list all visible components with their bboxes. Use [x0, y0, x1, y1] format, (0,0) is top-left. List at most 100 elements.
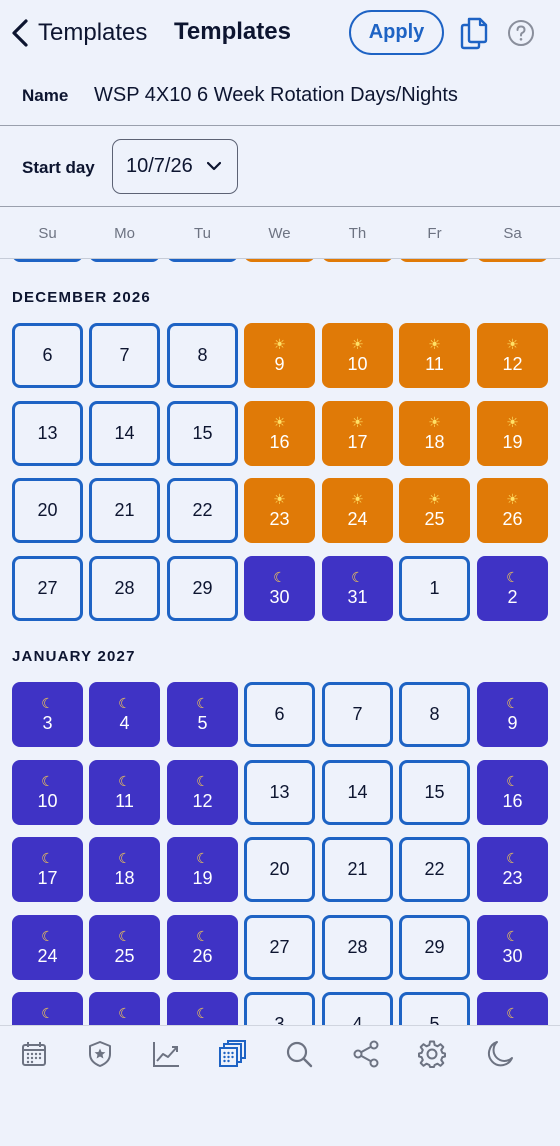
day-shift-cell[interactable]: ☀ 23	[244, 478, 315, 543]
off-day-cell[interactable]: 13	[12, 401, 83, 466]
day-number: 28	[347, 937, 368, 957]
day-shift-cell[interactable]: ☀ 19	[477, 401, 548, 466]
templates-icon	[219, 1040, 246, 1067]
night-shift-cell[interactable]: ☾ 12	[167, 760, 238, 825]
off-day-cell[interactable]: 20	[244, 837, 315, 902]
off-day-cell[interactable]: 27	[12, 556, 83, 621]
off-day-cell[interactable]: 8	[399, 682, 470, 747]
off-day-cell[interactable]: 7	[89, 323, 160, 388]
night-shift-cell[interactable]: ☾31	[322, 556, 393, 621]
night-shift-cell[interactable]: ☾ 30	[244, 556, 315, 621]
off-day-cell[interactable]: 3	[244, 992, 315, 1025]
night-shift-cell[interactable]: ☾ 26	[167, 915, 238, 980]
day-number: 7	[352, 704, 363, 724]
day-number: 9	[274, 353, 285, 374]
off-day-cell[interactable]: 13	[244, 760, 315, 825]
off-day-cell[interactable]: 4	[322, 992, 393, 1025]
night-shift-cell[interactable]: ☾ 11	[89, 760, 160, 825]
tab-badge[interactable]	[84, 1038, 116, 1070]
day-shift-cell[interactable]: ☀ 16	[244, 401, 315, 466]
night-shift-cell[interactable]: ☾ 30	[477, 915, 548, 980]
day-shift-cell[interactable]	[322, 259, 393, 262]
night-shift-cell[interactable]: ☾1	[89, 992, 160, 1025]
day-shift-cell[interactable]: ☀ 26	[477, 478, 548, 543]
night-shift-cell[interactable]: ☾ 16	[477, 760, 548, 825]
tab-search[interactable]	[283, 1038, 315, 1070]
tab-templates[interactable]	[216, 1038, 248, 1070]
name-field[interactable]: WSP 4X10 6 Week Rotation Days/Nights	[94, 84, 458, 107]
off-day-cell[interactable]: 22	[399, 837, 470, 902]
night-shift-cell[interactable]: ☾ 25	[89, 915, 160, 980]
night-shift-cell[interactable]: ☾31	[12, 992, 83, 1025]
help-icon[interactable]	[507, 19, 535, 47]
off-day-cell[interactable]: 6	[12, 323, 83, 388]
off-day-cell[interactable]: 22	[167, 478, 238, 543]
moon-icon: ☾	[196, 927, 209, 944]
off-day-cell[interactable]	[89, 259, 160, 262]
off-day-cell[interactable]: 7	[322, 682, 393, 747]
off-day-cell[interactable]: 6	[244, 682, 315, 747]
off-day-cell[interactable]: 8	[167, 323, 238, 388]
day-shift-cell[interactable]: ☀ 17	[322, 401, 393, 466]
day-number: 14	[114, 423, 135, 443]
start-day-select[interactable]: 10/7/26	[112, 139, 238, 194]
copy-icon[interactable]	[459, 16, 489, 50]
off-day-cell[interactable]: 29	[399, 915, 470, 980]
night-shift-cell[interactable]: ☾ 10	[12, 760, 83, 825]
day-shift-cell[interactable]: ☀ 12	[477, 323, 548, 388]
off-day-cell[interactable]: 14	[89, 401, 160, 466]
night-shift-cell[interactable]: ☾ 3	[12, 682, 83, 747]
apply-button[interactable]: Apply	[349, 10, 444, 55]
off-day-cell[interactable]: 28	[322, 915, 393, 980]
night-shift-cell[interactable]: ☾ 4	[89, 682, 160, 747]
off-day-cell[interactable]: 29	[167, 556, 238, 621]
night-shift-cell[interactable]: ☾ 9	[477, 682, 548, 747]
tab-dark-mode[interactable]	[484, 1038, 516, 1070]
tab-calendar[interactable]	[18, 1038, 50, 1070]
off-day-cell[interactable]	[12, 259, 83, 262]
name-row: Name WSP 4X10 6 Week Rotation Days/Night…	[0, 66, 560, 126]
day-shift-cell[interactable]: ☀ 18	[399, 401, 470, 466]
night-shift-cell[interactable]: ☾6	[477, 992, 548, 1025]
off-day-cell[interactable]: 21	[322, 837, 393, 902]
day-shift-cell[interactable]	[244, 259, 315, 262]
tab-share[interactable]	[350, 1038, 382, 1070]
day-shift-cell[interactable]	[399, 259, 470, 262]
day-shift-cell[interactable]: ☀ 24	[322, 478, 393, 543]
day-shift-cell[interactable]	[477, 259, 548, 262]
off-day-cell[interactable]: 27	[244, 915, 315, 980]
off-day-cell[interactable]: 14	[322, 760, 393, 825]
off-day-cell[interactable]: 15	[399, 760, 470, 825]
day-shift-cell[interactable]: ☀ 11	[399, 323, 470, 388]
night-shift-cell[interactable]: ☾ 17	[12, 837, 83, 902]
off-day-cell[interactable]: 5	[399, 992, 470, 1025]
tab-settings[interactable]	[416, 1038, 448, 1070]
back-button[interactable]: Templates	[8, 12, 147, 54]
off-day-cell[interactable]: 28	[89, 556, 160, 621]
night-shift-cell[interactable]: ☾2	[477, 556, 548, 621]
day-shift-cell[interactable]: ☀ 9	[244, 323, 315, 388]
night-shift-cell[interactable]: ☾ 23	[477, 837, 548, 902]
day-shift-cell[interactable]: ☀ 25	[399, 478, 470, 543]
calendar-scroll[interactable]: DECEMBER 2026 6 7 8 ☀ 9 ☀ 10 ☀ 11 ☀ 12 13 14 15 ☀ 16 ☀ 17 ☀…	[0, 259, 560, 1025]
sun-icon: ☀	[428, 413, 441, 430]
night-shift-cell[interactable]: ☾2	[167, 992, 238, 1025]
sun-icon: ☀	[351, 335, 364, 352]
off-day-cell[interactable]: 1	[399, 556, 470, 621]
night-shift-cell[interactable]: ☾ 18	[89, 837, 160, 902]
off-day-cell[interactable]: 20	[12, 478, 83, 543]
night-shift-cell[interactable]: ☾ 19	[167, 837, 238, 902]
tab-stats[interactable]	[150, 1038, 182, 1070]
moon-icon: ☾	[196, 694, 209, 711]
day-number: 5	[429, 1014, 440, 1025]
sun-icon: ☀	[273, 335, 286, 352]
day-number: 27	[269, 937, 290, 957]
moon-icon: ☾	[41, 849, 54, 866]
night-shift-cell[interactable]: ☾ 24	[12, 915, 83, 980]
night-shift-cell[interactable]: ☾ 5	[167, 682, 238, 747]
off-day-cell[interactable]: 15	[167, 401, 238, 466]
off-day-cell[interactable]	[167, 259, 238, 262]
day-shift-cell[interactable]: ☀ 10	[322, 323, 393, 388]
off-day-cell[interactable]: 21	[89, 478, 160, 543]
moon-icon: ☾	[118, 772, 131, 789]
